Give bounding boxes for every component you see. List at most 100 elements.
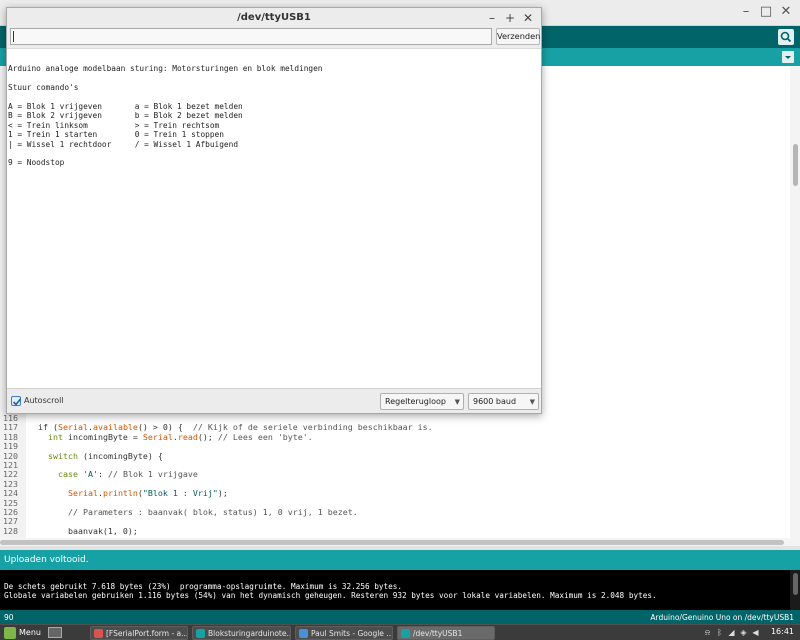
code-line[interactable]: 124 Serial.println("Blok 1 : Vrij");: [0, 489, 790, 498]
code-token: switch: [47, 450, 78, 461]
line-ending-value: Regelterugloop: [385, 397, 446, 406]
line-number: 128: [3, 525, 18, 536]
code-token: "Blok 1 : Vrij": [142, 488, 218, 499]
bluetooth-icon[interactable]: ᛒ: [715, 628, 724, 637]
code-text: Serial.println("Blok 1 : Vrij");: [20, 489, 228, 498]
serial-window-title: /dev/ttyUSB1: [237, 12, 311, 23]
start-menu-button[interactable]: Menu: [2, 626, 46, 640]
taskbar-window-button[interactable]: Bloksturingarduinote...: [192, 626, 291, 640]
taskbar-clock: 16:41: [770, 627, 794, 636]
chevron-down-icon: [785, 56, 791, 59]
serial-minimize-icon[interactable]: –: [485, 10, 499, 26]
console-scrollbar[interactable]: [790, 570, 800, 610]
taskbar-window-button[interactable]: /dev/ttyUSB1: [397, 626, 495, 640]
cursor-line-number: 90: [4, 613, 14, 622]
serial-close-icon[interactable]: ✕: [521, 10, 535, 26]
code-text: baanvak(1, 0);: [20, 525, 138, 536]
code-line[interactable]: 120 switch (incomingByte) {: [0, 450, 790, 461]
app-icon: [299, 629, 308, 638]
upload-status-text: Uploaden voltooid.: [4, 555, 89, 565]
editor-scroll-thumb[interactable]: [793, 144, 798, 186]
serial-output-line: B = Blok 2 vrijgeven b = Blok 2 bezet me…: [8, 111, 243, 121]
baud-rate-select[interactable]: 9600 baud ▼: [468, 393, 539, 410]
ide-maximize-icon[interactable]: □: [758, 4, 774, 20]
line-number: 124: [3, 488, 18, 499]
chevron-down-icon: ▼: [454, 398, 460, 406]
code-token: read: [177, 431, 198, 442]
code-token: // Parameters : baanvak( blok, status) 1…: [67, 507, 358, 517]
app-icon: [401, 629, 410, 638]
editor-horizontal-scrollbar[interactable]: [0, 538, 790, 546]
ide-close-icon[interactable]: ✕: [778, 4, 794, 20]
serial-output-area[interactable]: Arduino analoge modelbaan sturing: Motor…: [7, 48, 541, 388]
volume-icon[interactable]: ◀: [751, 628, 760, 637]
text-caret: [13, 31, 14, 42]
code-token: ();: [197, 431, 218, 442]
serial-send-input[interactable]: [10, 28, 492, 45]
console-scroll-thumb[interactable]: [793, 573, 798, 595]
line-number: 119: [3, 441, 18, 452]
serial-output-line: Arduino analoge modelbaan sturing: Motor…: [8, 64, 323, 74]
serial-bottom-bar: Autoscroll Regelterugloop ▼ 9600 baud ▼: [7, 388, 541, 413]
editor-hscroll-thumb[interactable]: [0, 540, 784, 545]
serial-monitor-window: /dev/ttyUSB1 – + ✕ Verzenden Arduino ana…: [6, 7, 542, 414]
serial-titlebar[interactable]: /dev/ttyUSB1 – + ✕: [7, 8, 541, 28]
user-icon[interactable]: ⍾: [703, 628, 712, 637]
start-menu-label: Menu: [19, 628, 41, 637]
code-token: Serial: [142, 431, 173, 442]
editor-vertical-scrollbar[interactable]: [790, 66, 800, 546]
code-token: );: [217, 488, 228, 499]
code-text: // Parameters : baanvak( blok, status) 1…: [20, 508, 358, 517]
code-line[interactable]: 122 case 'A': // Blok 1 vrijgave: [0, 470, 790, 479]
code-line[interactable]: 118 int incomingByte = Serial.read(); //…: [0, 431, 790, 442]
code-token: // Blok 1 vrijgave: [107, 469, 198, 480]
code-token: int: [47, 431, 63, 442]
code-line[interactable]: 128 baanvak(1, 0);: [0, 525, 790, 536]
ide-minimize-icon[interactable]: –: [738, 4, 754, 20]
taskbar-window-button[interactable]: Paul Smits - Google ...: [295, 626, 393, 640]
code-token: case: [57, 469, 78, 480]
ide-footer: 90 Arduino/Genuino Uno on /dev/ttyUSB1: [0, 610, 800, 624]
shield-icon[interactable]: ◈: [739, 628, 748, 637]
app-icon: [94, 629, 103, 638]
app-icon: [196, 629, 205, 638]
code-token: incomingByte =: [62, 431, 143, 442]
serial-output-line: A = Blok 1 vrijgeven a = Blok 1 bezet me…: [8, 102, 243, 111]
console-line: De schets gebruikt 7.618 bytes (23%) pro…: [4, 582, 403, 591]
taskbar-window-label: Bloksturingarduinote...: [208, 629, 291, 638]
network-icon[interactable]: ◢: [727, 628, 736, 637]
code-token: (incomingByte) {: [77, 450, 163, 461]
line-ending-select[interactable]: Regelterugloop ▼: [380, 393, 464, 410]
code-token: println: [102, 488, 138, 499]
serial-output-line: < = Trein linksom > = Trein rechtsom: [8, 120, 220, 130]
serial-output-line: 1 = Trein 1 starten 0 = Trein 1 stoppen: [8, 130, 224, 140]
baud-rate-value: 9600 baud: [473, 397, 517, 406]
send-button[interactable]: Verzenden: [496, 28, 540, 45]
chevron-down-icon: ▼: [529, 398, 535, 406]
tab-menu-button[interactable]: [782, 51, 794, 63]
code-text: int incomingByte = Serial.read(); // Lee…: [20, 431, 313, 442]
serial-maximize-icon[interactable]: +: [503, 10, 517, 26]
mint-logo-icon: [4, 627, 16, 639]
code-text: switch (incomingByte) {: [20, 450, 163, 461]
serial-monitor-button[interactable]: [778, 29, 794, 45]
autoscroll-checkbox[interactable]: [11, 396, 22, 406]
ide-status-bar: Uploaden voltooid.: [0, 550, 800, 570]
taskbar: Menu [FSerialPort.form - a... Bloksturing…: [0, 624, 800, 640]
taskbar-window-button[interactable]: [FSerialPort.form - a...: [90, 626, 188, 640]
checkmark-icon: [12, 398, 22, 406]
code-text: case 'A': // Blok 1 vrijgave: [20, 470, 198, 479]
show-desktop-icon[interactable]: [48, 627, 62, 638]
serial-output-line: | = Wissel 1 rechtdoor / = Wissel 1 Afbu…: [8, 139, 239, 149]
code-line[interactable]: 126 // Parameters : baanvak( blok, statu…: [0, 508, 790, 517]
code-token: baanvak(1, 0);: [67, 525, 138, 536]
magnifier-icon: [780, 31, 792, 43]
autoscroll-label: Autoscroll: [24, 396, 64, 405]
console-line: Globale variabelen gebruiken 1.116 bytes…: [4, 591, 657, 600]
code-token: 'A': [82, 469, 98, 480]
